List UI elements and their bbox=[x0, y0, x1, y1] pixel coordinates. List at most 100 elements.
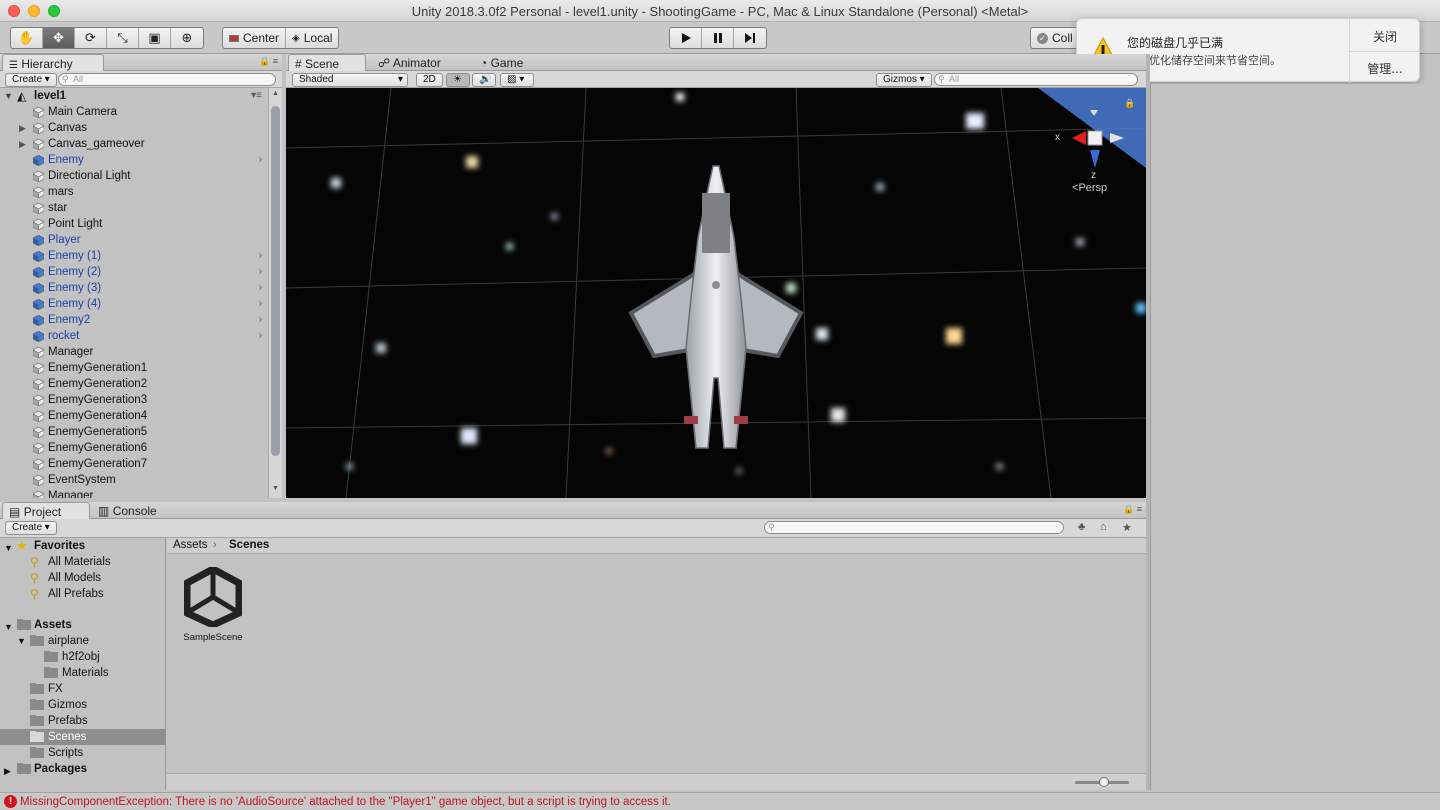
hierarchy-item[interactable]: mars bbox=[0, 184, 268, 200]
breadcrumb-assets[interactable]: Assets bbox=[173, 539, 208, 551]
step-button[interactable] bbox=[734, 28, 766, 48]
hierarchy-scrollbar[interactable]: ▲ ▼ bbox=[268, 88, 282, 498]
pivot-local-button[interactable]: ◈ Local bbox=[286, 28, 338, 48]
rotate-tool-icon[interactable]: ⟳ bbox=[75, 28, 107, 48]
scene-menu-icon[interactable]: ▾≡ bbox=[251, 88, 262, 104]
hierarchy-item[interactable]: EnemyGeneration6 bbox=[0, 440, 268, 456]
expand-arrow-icon[interactable]: ▼ bbox=[17, 633, 26, 649]
tab-hierarchy[interactable]: ☰ Hierarchy bbox=[2, 54, 104, 71]
tab-scene[interactable]: # Scene × bbox=[288, 54, 366, 85]
tab-game[interactable]: ◔ Game bbox=[474, 54, 531, 71]
scene-viewport[interactable]: x z <Persp 🔒 bbox=[286, 88, 1146, 498]
hierarchy-item[interactable]: rocket › bbox=[0, 328, 268, 344]
hierarchy-item[interactable]: EnemyGeneration4 bbox=[0, 408, 268, 424]
rect-tool-icon[interactable]: ▣ bbox=[139, 28, 171, 48]
hierarchy-item[interactable]: Enemy (4) › bbox=[0, 296, 268, 312]
gizmo-lock-icon[interactable]: 🔒 bbox=[1124, 98, 1135, 109]
scale-tool-icon[interactable]: ⤡ bbox=[107, 28, 139, 48]
pause-button[interactable] bbox=[702, 28, 734, 48]
projection-label[interactable]: <Persp bbox=[1072, 182, 1107, 194]
hierarchy-item[interactable]: Player bbox=[0, 232, 268, 248]
folder-item[interactable]: ▼ airplane bbox=[0, 633, 166, 649]
favorite-star-icon[interactable]: ★ bbox=[1122, 521, 1132, 534]
breadcrumb-scenes[interactable]: Scenes bbox=[229, 539, 269, 551]
icon-size-slider-thumb[interactable] bbox=[1099, 777, 1109, 787]
shading-mode-dropdown[interactable]: Shaded ▾ bbox=[292, 73, 408, 87]
expand-arrow-icon[interactable]: ▶ bbox=[19, 120, 26, 136]
mode-2d-toggle[interactable]: 2D bbox=[416, 73, 443, 87]
favorite-item[interactable]: ⚲ All Prefabs bbox=[0, 586, 166, 602]
collab-dropdown[interactable]: ✓ Coll bbox=[1030, 27, 1080, 49]
hierarchy-item[interactable]: Directional Light bbox=[0, 168, 268, 184]
open-prefab-chevron-icon[interactable]: › bbox=[258, 312, 262, 328]
notification-manage-button[interactable]: 管理... bbox=[1349, 60, 1421, 77]
hierarchy-item[interactable]: EnemyGeneration1 bbox=[0, 360, 268, 376]
packages-row[interactable]: ▶ Packages bbox=[0, 761, 166, 777]
pivot-center-button[interactable]: Center bbox=[223, 28, 287, 48]
hierarchy-item[interactable]: EnemyGeneration2 bbox=[0, 376, 268, 392]
move-tool-icon[interactable]: ✥ bbox=[43, 28, 75, 48]
collab-button[interactable]: ✓ Coll bbox=[1031, 28, 1079, 48]
project-search-input[interactable]: ⚲ bbox=[764, 521, 1064, 534]
folder-item[interactable]: h2f2obj bbox=[0, 649, 166, 665]
tab-console[interactable]: ▥ Console bbox=[92, 502, 165, 519]
panel-lock-menu-icon[interactable]: 🔒 ≡ bbox=[259, 56, 278, 67]
scene-canvas[interactable] bbox=[286, 88, 1146, 498]
open-prefab-chevron-icon[interactable]: › bbox=[258, 152, 262, 168]
assets-root-row[interactable]: ▼ Assets bbox=[0, 617, 166, 633]
filter-label-icon[interactable]: ⌂ bbox=[1100, 521, 1107, 533]
asset-item[interactable]: SampleScene bbox=[181, 565, 245, 645]
open-prefab-chevron-icon[interactable]: › bbox=[258, 280, 262, 296]
hierarchy-item[interactable]: Enemy (3) › bbox=[0, 280, 268, 296]
folder-item[interactable]: Gizmos bbox=[0, 697, 166, 713]
hierarchy-item[interactable]: EnemyGeneration7 bbox=[0, 456, 268, 472]
transform-tool-icon[interactable]: ⊕ bbox=[171, 28, 203, 48]
tab-project[interactable]: ▤ Project bbox=[2, 502, 90, 519]
scene-root-row[interactable]: ▼ ◭ level1 ▾≡ bbox=[0, 88, 268, 104]
folder-item[interactable]: Materials bbox=[0, 665, 166, 681]
effects-dropdown[interactable]: ▨ ▾ bbox=[500, 73, 534, 87]
open-prefab-chevron-icon[interactable]: › bbox=[258, 296, 262, 312]
folder-item[interactable]: Scenes bbox=[0, 729, 166, 745]
favorites-row[interactable]: ▼ ★ Favorites bbox=[0, 538, 166, 554]
audio-toggle[interactable]: 🔊 bbox=[472, 73, 496, 87]
spaceship-model[interactable] bbox=[628, 165, 804, 449]
play-button[interactable] bbox=[670, 28, 702, 48]
hand-tool-icon[interactable]: ✋ bbox=[11, 28, 43, 48]
hierarchy-item[interactable]: Manager bbox=[0, 344, 268, 360]
expand-arrow-icon[interactable]: ▶ bbox=[19, 136, 26, 152]
filter-type-icon[interactable]: ♣ bbox=[1078, 521, 1085, 533]
hierarchy-item[interactable]: Enemy › bbox=[0, 152, 268, 168]
hierarchy-item[interactable]: Enemy2 › bbox=[0, 312, 268, 328]
hierarchy-item[interactable]: EnemyGeneration3 bbox=[0, 392, 268, 408]
scene-search-input[interactable]: ⚲ All bbox=[934, 73, 1138, 86]
panel-splitter[interactable] bbox=[1146, 54, 1150, 790]
hierarchy-item[interactable]: Main Camera bbox=[0, 104, 268, 120]
open-prefab-chevron-icon[interactable]: › bbox=[258, 328, 262, 344]
hierarchy-item[interactable]: EnemyGeneration5 bbox=[0, 424, 268, 440]
project-lock-menu-icon[interactable]: 🔒 ≡ bbox=[1123, 504, 1142, 515]
favorite-item[interactable]: ⚲ All Models bbox=[0, 570, 166, 586]
folder-item[interactable]: Prefabs bbox=[0, 713, 166, 729]
favorite-item[interactable]: ⚲ All Materials bbox=[0, 554, 166, 570]
hierarchy-item[interactable]: ▶ Canvas bbox=[0, 120, 268, 136]
lighting-toggle[interactable]: ☀ bbox=[446, 73, 470, 87]
hierarchy-item[interactable]: ▶ Canvas_gameover bbox=[0, 136, 268, 152]
scroll-up-icon[interactable]: ▲ bbox=[272, 90, 279, 97]
open-prefab-chevron-icon[interactable]: › bbox=[258, 248, 262, 264]
gizmos-dropdown[interactable]: Gizmos ▾ bbox=[876, 73, 932, 87]
hierarchy-item[interactable]: Manager bbox=[0, 488, 268, 498]
open-prefab-chevron-icon[interactable]: › bbox=[258, 264, 262, 280]
hierarchy-item[interactable]: EventSystem bbox=[0, 472, 268, 488]
hierarchy-scroll-thumb[interactable] bbox=[271, 106, 280, 456]
scroll-down-icon[interactable]: ▼ bbox=[272, 485, 279, 492]
hierarchy-item[interactable]: star bbox=[0, 200, 268, 216]
hierarchy-item[interactable]: Point Light bbox=[0, 216, 268, 232]
notification-close-button[interactable]: 关闭 bbox=[1349, 28, 1421, 45]
folder-item[interactable]: Scripts bbox=[0, 745, 166, 761]
hierarchy-item[interactable]: Enemy (1) › bbox=[0, 248, 268, 264]
project-create-button[interactable]: Create ▾ bbox=[5, 521, 57, 535]
hierarchy-item[interactable]: Enemy (2) › bbox=[0, 264, 268, 280]
hierarchy-search-input[interactable]: ⚲ All bbox=[58, 73, 276, 86]
hierarchy-create-button[interactable]: Create ▾ bbox=[5, 73, 57, 87]
